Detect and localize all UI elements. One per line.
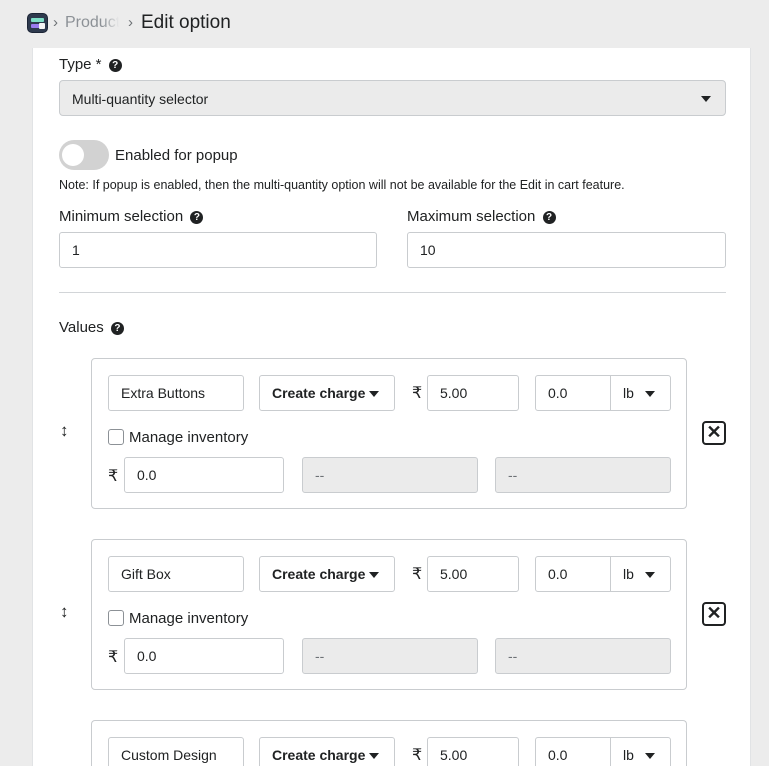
manage-inventory-label: Manage inventory — [129, 610, 249, 627]
inventory-field-disabled: -- — [495, 638, 671, 674]
option-form-card: Type * ? Multi-quantity selector Enabled… — [32, 48, 751, 766]
inventory-cost-input[interactable]: 0.0 — [124, 638, 284, 674]
create-charge-label: Create charge — [272, 566, 366, 582]
min-selection-label: Minimum selection ? — [59, 208, 204, 225]
help-icon[interactable]: ? — [542, 211, 556, 224]
popup-toggle-label: Enabled for popup — [115, 147, 238, 164]
create-charge-label: Create charge — [272, 747, 366, 763]
value-name-input[interactable]: Gift Box — [108, 556, 244, 592]
chevron-down-icon — [645, 572, 655, 578]
chevron-down-icon — [701, 96, 711, 102]
top-bar: › Product › Edit option — [0, 0, 769, 48]
breadcrumb-product-link[interactable]: Product — [65, 14, 119, 32]
create-charge-dropdown[interactable]: Create charge — [259, 737, 395, 766]
value-name-input[interactable]: Extra Buttons — [108, 375, 244, 411]
type-select[interactable]: Multi-quantity selector — [59, 80, 726, 116]
remove-value-button[interactable]: ✕ — [702, 602, 726, 626]
chevron-down-icon — [369, 391, 379, 397]
popup-toggle[interactable] — [59, 140, 109, 170]
toggle-knob — [62, 144, 84, 166]
value-card: Custom Design Create charge ₹ 5.00 0.0 l… — [91, 720, 687, 766]
inventory-field-disabled: -- — [302, 638, 478, 674]
breadcrumb-chevron-icon: › — [53, 14, 58, 31]
value-card: Extra Buttons Create charge ₹ 5.00 0.0 l… — [91, 358, 687, 509]
currency-symbol: ₹ — [412, 385, 423, 402]
currency-symbol: ₹ — [412, 566, 423, 583]
create-charge-dropdown[interactable]: Create charge — [259, 375, 395, 411]
max-selection-label: Maximum selection ? — [407, 208, 556, 225]
currency-symbol: ₹ — [412, 747, 423, 764]
drag-handle-icon[interactable]: ↕ — [60, 421, 69, 441]
price-input[interactable]: 5.00 — [427, 737, 519, 766]
section-divider — [59, 292, 726, 293]
app-logo-icon[interactable] — [27, 13, 48, 33]
popup-note: Note: If popup is enabled, then the mult… — [59, 178, 625, 192]
type-field-label: Type * ? — [59, 56, 122, 73]
inventory-cost-input[interactable]: 0.0 — [124, 457, 284, 493]
weight-unit-select[interactable]: lb — [610, 375, 671, 411]
weight-input[interactable]: 0.0 — [535, 375, 611, 411]
weight-unit-label: lb — [623, 566, 634, 582]
max-selection-input[interactable]: 10 — [407, 232, 726, 268]
value-card: Gift Box Create charge ₹ 5.00 0.0 lb Man… — [91, 539, 687, 690]
inventory-field-disabled: -- — [302, 457, 478, 493]
currency-symbol: ₹ — [108, 649, 119, 666]
weight-unit-label: lb — [623, 385, 634, 401]
weight-unit-label: lb — [623, 747, 634, 763]
weight-unit-select[interactable]: lb — [610, 556, 671, 592]
breadcrumb-chevron-icon: › — [128, 14, 133, 31]
manage-inventory-label: Manage inventory — [129, 429, 249, 446]
chevron-down-icon — [369, 572, 379, 578]
help-icon[interactable]: ? — [108, 59, 122, 72]
chevron-down-icon — [369, 753, 379, 759]
help-icon[interactable]: ? — [110, 322, 124, 335]
weight-input[interactable]: 0.0 — [535, 737, 611, 766]
drag-handle-icon[interactable]: ↕ — [60, 602, 69, 622]
type-select-value: Multi-quantity selector — [72, 91, 209, 107]
create-charge-dropdown[interactable]: Create charge — [259, 556, 395, 592]
help-icon[interactable]: ? — [190, 211, 204, 224]
currency-symbol: ₹ — [108, 468, 119, 485]
chevron-down-icon — [645, 391, 655, 397]
page-title: Edit option — [141, 12, 231, 33]
min-selection-input[interactable]: 1 — [59, 232, 377, 268]
price-input[interactable]: 5.00 — [427, 556, 519, 592]
value-name-input[interactable]: Custom Design — [108, 737, 244, 766]
manage-inventory-checkbox[interactable] — [108, 429, 124, 445]
inventory-field-disabled: -- — [495, 457, 671, 493]
manage-inventory-checkbox[interactable] — [108, 610, 124, 626]
create-charge-label: Create charge — [272, 385, 366, 401]
chevron-down-icon — [645, 753, 655, 759]
price-input[interactable]: 5.00 — [427, 375, 519, 411]
remove-value-button[interactable]: ✕ — [702, 421, 726, 445]
weight-input[interactable]: 0.0 — [535, 556, 611, 592]
weight-unit-select[interactable]: lb — [610, 737, 671, 766]
values-label: Values ? — [59, 319, 124, 336]
